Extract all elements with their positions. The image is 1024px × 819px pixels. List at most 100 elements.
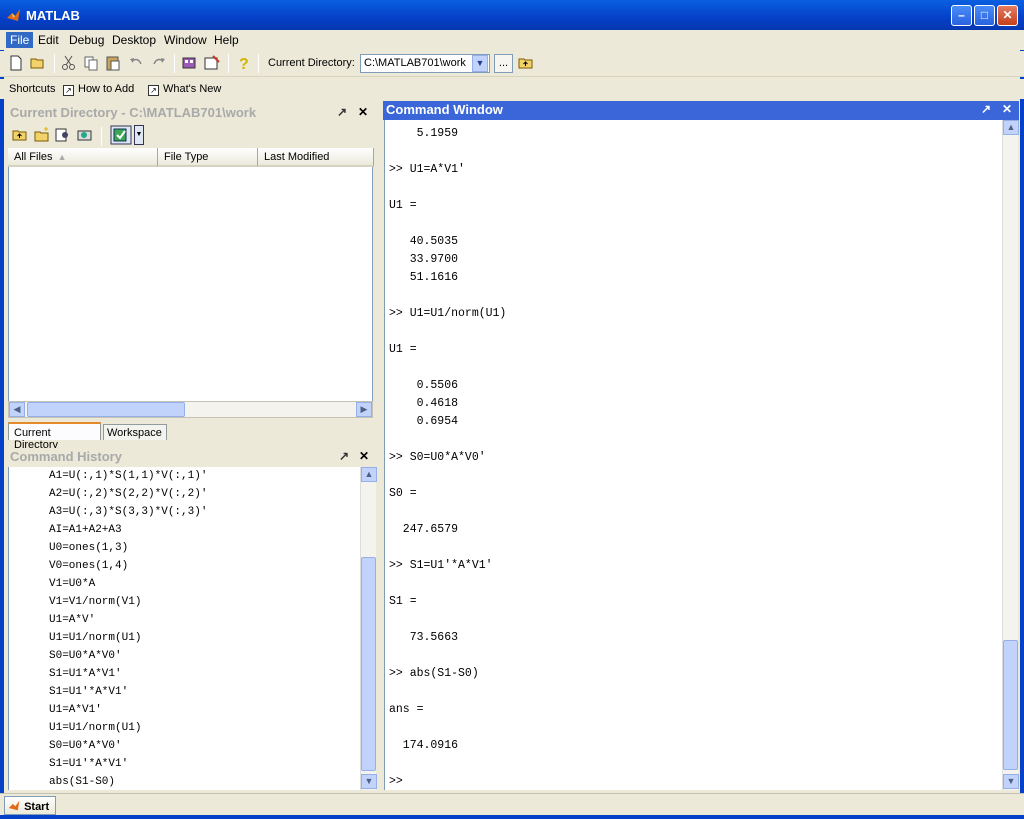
command-input-line: >> S0=U0*A*V0' [389, 451, 486, 464]
scroll-down-icon[interactable]: ▼ [1003, 774, 1019, 789]
menu-debug[interactable]: Debug [65, 32, 108, 48]
command-input-line: >> S1=U1'*A*V1' [389, 559, 493, 572]
history-entry[interactable]: U0=ones(1,3) [49, 542, 128, 554]
history-entry[interactable]: U1=U1/norm(U1) [49, 632, 141, 644]
history-entry[interactable]: AI=A1+A2+A3 [49, 524, 122, 536]
sort-ascending-icon: ▲ [57, 152, 67, 162]
window-frame-bottom [0, 815, 1024, 819]
simulink-icon[interactable] [180, 54, 198, 72]
history-entry[interactable]: V1=U0*A [49, 578, 95, 590]
column-file-type[interactable]: File Type [158, 148, 258, 167]
maximize-button[interactable]: □ [974, 5, 995, 26]
minimize-button[interactable]: – [951, 5, 972, 26]
start-button[interactable]: Start [4, 796, 56, 815]
find-files-icon[interactable] [54, 126, 72, 144]
menu-edit[interactable]: Edit [34, 32, 63, 48]
current-directory-field[interactable]: C:\MATLAB701\work [360, 54, 490, 73]
undock-icon[interactable]: ↗ [981, 102, 991, 116]
paste-icon[interactable] [104, 54, 122, 72]
close-icon[interactable]: ✕ [1002, 102, 1012, 116]
up-folder-icon[interactable] [11, 126, 29, 144]
history-entry[interactable]: abs(S1-S0) [49, 776, 115, 788]
scroll-left-icon[interactable]: ◀ [9, 402, 25, 417]
shortcut-label: How to Add [78, 83, 135, 95]
shortcuts-label: Shortcuts [9, 83, 56, 95]
undock-icon[interactable]: ↗ [337, 105, 347, 119]
chevron-down-icon[interactable]: ▼ [134, 125, 144, 145]
browse-directory-button[interactable]: ... [494, 54, 513, 73]
close-icon[interactable]: ✕ [358, 105, 368, 119]
command-output-line: S1 = [389, 595, 417, 608]
history-entry[interactable]: U1=A*V' [49, 614, 95, 626]
menu-help[interactable]: Help [210, 32, 243, 48]
menu-window[interactable]: Window [160, 32, 211, 48]
scroll-down-icon[interactable]: ▼ [361, 774, 377, 789]
new-file-icon[interactable] [7, 54, 25, 72]
undock-icon[interactable]: ↗ [339, 449, 349, 463]
history-entry[interactable]: U1=U1/norm(U1) [49, 722, 141, 734]
history-entry[interactable]: V0=ones(1,4) [49, 560, 128, 572]
history-entry[interactable]: S1=U1'*A*V1' [49, 758, 128, 770]
horizontal-scrollbar[interactable]: ◀ ▶ [8, 401, 373, 418]
command-input-line: >> abs(S1-S0) [389, 667, 479, 680]
matlab-logo-icon [8, 800, 20, 811]
current-directory-panel-title[interactable]: Current Directory - C:\MATLAB701\work ↗ … [7, 104, 375, 123]
tab-workspace[interactable]: Workspace [103, 424, 167, 440]
scroll-thumb[interactable] [1003, 640, 1018, 770]
vertical-scrollbar[interactable]: ▲ ▼ [360, 467, 377, 790]
shortcut-how-to-add[interactable]: ↗ How to Add [63, 83, 134, 96]
column-last-modified[interactable]: Last Modified [258, 148, 374, 167]
command-input-line: >> U1=U1/norm(U1) [389, 307, 507, 320]
status-bar: Start [0, 793, 1024, 817]
tab-current-directory[interactable]: Current Directory [8, 422, 101, 451]
command-window-panel-title[interactable]: Command Window ↗ ✕ [383, 101, 1019, 120]
vertical-scrollbar[interactable]: ▲ ▼ [1002, 120, 1019, 790]
command-output-line: 33.9700 [389, 253, 459, 266]
current-directory-label: Current Directory: [268, 57, 355, 69]
file-list[interactable] [8, 167, 373, 401]
reports-icon[interactable] [110, 125, 132, 145]
toolbar-separator [54, 54, 55, 73]
cut-icon[interactable] [60, 54, 78, 72]
history-entry[interactable]: A3=U(:,3)*S(3,3)*V(:,3)' [49, 506, 207, 518]
close-icon[interactable]: ✕ [359, 449, 369, 463]
scroll-up-icon[interactable]: ▲ [361, 467, 377, 482]
history-entry[interactable]: V1=V1/norm(V1) [49, 596, 141, 608]
new-folder-icon[interactable] [33, 126, 51, 144]
open-file-icon[interactable] [29, 54, 47, 72]
command-output-line: 51.1616 [389, 271, 459, 284]
scroll-up-icon[interactable]: ▲ [1003, 120, 1019, 135]
command-history-panel-title[interactable]: Command History ↗ ✕ [7, 448, 375, 467]
history-entry[interactable]: S1=U1*A*V1' [49, 668, 122, 680]
undo-icon[interactable] [127, 54, 145, 72]
history-entry[interactable]: A2=U(:,2)*S(2,2)*V(:,2)' [49, 488, 207, 500]
column-all-files[interactable]: All Files ▲ [8, 148, 158, 167]
chevron-down-icon[interactable]: ▼ [472, 55, 488, 72]
visdiff-icon[interactable] [76, 126, 94, 144]
menu-desktop[interactable]: Desktop [108, 32, 160, 48]
scroll-thumb[interactable] [27, 402, 185, 417]
history-entry[interactable]: S1=U1'*A*V1' [49, 686, 128, 698]
scroll-right-icon[interactable]: ▶ [356, 402, 372, 417]
copy-icon[interactable] [82, 54, 100, 72]
command-output-line: 0.5506 [389, 379, 459, 392]
guide-icon[interactable] [203, 54, 221, 72]
command-window-output[interactable]: 5.1959 >> U1=A*V1' U1 = 40.5035 33.9700 51… [384, 120, 1002, 790]
history-entry[interactable]: U1=A*V1' [49, 704, 102, 716]
redo-icon[interactable] [150, 54, 168, 72]
close-window-button[interactable]: ✕ [997, 5, 1018, 26]
shortcut-whats-new[interactable]: ↗ What's New [148, 83, 221, 96]
up-folder-icon[interactable] [517, 54, 535, 72]
scroll-thumb[interactable] [361, 557, 376, 771]
help-icon[interactable]: ? [234, 54, 252, 72]
command-output-line: U1 = [389, 199, 417, 212]
command-output-line: 5.1959 [389, 127, 459, 140]
start-label: Start [24, 801, 50, 813]
history-entry[interactable]: A1=U(:,1)*S(1,1)*V(:,1)' [49, 470, 207, 482]
menu-file[interactable]: File [6, 32, 34, 48]
history-entry[interactable]: S0=U0*A*V0' [49, 740, 122, 752]
title-bar: MATLAB – □ ✕ [0, 0, 1024, 30]
command-history-list[interactable]: A1=U(:,1)*S(1,1)*V(:,1)' A2=U(:,2)*S(2,2)… [8, 467, 361, 790]
current-directory-toolbar: ▼ [8, 124, 374, 148]
history-entry[interactable]: S0=U0*A*V0' [49, 650, 122, 662]
